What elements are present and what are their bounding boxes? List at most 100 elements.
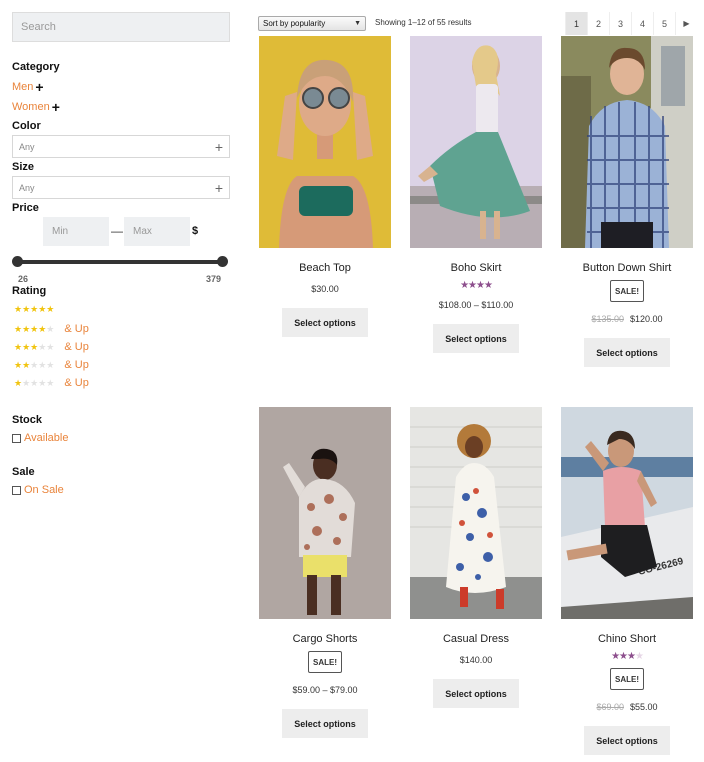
product-price: $140.00 [459,655,493,665]
product-card: Beach Top $30.00 Select options [259,36,391,346]
page-5-button[interactable]: 5 [653,12,675,35]
rating-filter-3[interactable]: ★★★★★ & Up [14,341,89,353]
checkbox-icon[interactable] [12,485,21,495]
page-4-button[interactable]: 4 [631,12,653,35]
product-old-price: $69.00 [596,702,624,712]
plus-icon: + [214,138,223,155]
select-options-button[interactable]: Select options [584,338,670,367]
product-sale-price: $55.00 [630,702,658,712]
plus-icon: + [214,179,223,196]
size-title: Size [12,161,35,173]
sale-badge: SALE! [610,668,644,690]
product-old-price: $135.00 [591,314,624,324]
product-name[interactable]: Casual Dress [410,633,542,645]
rating-filter-2[interactable]: ★★★★★ & Up [14,359,89,371]
product-price: $69.00 $55.00 [561,702,693,712]
sort-select-value: Sort by popularity [263,19,326,28]
product-card: CO-26269 Chino Short ★★★★ SALE! $69.00 $5… [561,407,693,757]
expand-plus-icon[interactable]: + [35,80,43,94]
rating-and-up-label: & Up [64,341,89,353]
product-card: Button Down Shirt SALE! $135.00 $120.00 S… [561,36,693,367]
product-price: $30.00 [311,284,339,294]
woman-sunglasses-photo[interactable] [259,36,391,248]
rating-filter-4[interactable]: ★★★★★ & Up [14,323,89,335]
product-price: $59.00 – $79.00 [292,685,358,695]
currency-symbol: $ [192,225,199,237]
stock-available-label: Available [24,432,69,444]
price-min-input[interactable] [43,217,109,246]
stock-title: Stock [12,414,42,426]
chevron-right-icon[interactable]: ▶ [675,12,697,35]
sort-select[interactable]: Sort by popularity ▼ [258,16,366,31]
chevron-down-icon: ▼ [354,20,361,27]
star-rating-icon: ★★★★★ [14,323,55,334]
price-slider-max-handle[interactable] [217,256,228,267]
color-title: Color [12,120,41,132]
product-name[interactable]: Button Down Shirt [561,262,693,274]
man-boat-photo[interactable]: CO-26269 [561,407,693,619]
on-sale-checkbox[interactable]: On Sale [12,484,64,496]
star-rating-icon: ★★★★★ [14,359,55,370]
star-rating-icon: ★★★★ [611,651,644,662]
woman-yellow-shorts-photo[interactable] [259,407,391,619]
product-sale-price: $120.00 [630,314,663,324]
select-options-button[interactable]: Select options [282,308,368,337]
expand-plus-icon[interactable]: + [52,100,60,114]
category-women-link[interactable]: Women + [12,100,60,114]
woman-green-skirt-photo[interactable] [410,36,542,248]
rating-and-up-label: & Up [64,323,89,335]
result-count: Showing 1–12 of 55 results [375,18,472,27]
sale-badge: SALE! [308,651,342,673]
sale-badge: SALE! [610,280,644,302]
product-card: Casual Dress $140.00 Select options [410,407,542,717]
product-name[interactable]: Cargo Shorts [259,633,391,645]
star-rating-icon: ★★★★★ [14,377,55,388]
product-card: Cargo Shorts SALE! $59.00 – $79.00 Selec… [259,407,391,742]
select-options-button[interactable]: Select options [282,709,368,738]
size-select[interactable]: Any + [12,176,230,199]
product-name[interactable]: Beach Top [259,262,391,274]
rating-filter-1[interactable]: ★★★★★ & Up [14,377,89,389]
category-men-label: Men [12,81,34,93]
price-slider-track[interactable] [18,260,222,264]
rating-and-up-label: & Up [64,377,89,389]
price-slider-range [18,260,222,264]
rating-title: Rating [12,285,47,297]
page-2-button[interactable]: 2 [587,12,609,35]
man-plaid-shirt-photo[interactable] [561,36,693,248]
woman-floral-dress-photo[interactable] [410,407,542,619]
checkbox-icon[interactable] [12,433,21,443]
product-name[interactable]: Boho Skirt [410,262,542,274]
color-select-value: Any [19,141,35,152]
filter-sidebar: Category Men + Women + Color Any + Size … [12,12,230,496]
page-3-button[interactable]: 3 [609,12,631,35]
price-max-input[interactable] [124,217,190,246]
product-price: $135.00 $120.00 [561,314,693,324]
price-range-max-label: 379 [206,274,222,284]
category-women-label: Women [12,101,50,113]
select-options-button[interactable]: Select options [584,726,670,755]
rating-and-up-label: & Up [64,359,89,371]
page-1-button[interactable]: 1 [565,12,587,35]
select-options-button[interactable]: Select options [433,324,519,353]
sale-title: Sale [12,466,35,478]
product-card: Boho Skirt ★★★★ $108.00 – $110.00 Select… [410,36,542,356]
color-select[interactable]: Any + [12,135,230,158]
category-title: Category [12,61,60,73]
price-range-min-label: 26 [18,274,29,284]
select-options-button[interactable]: Select options [433,679,519,708]
category-men-link[interactable]: Men + [12,80,44,94]
price-range-dash: — [111,224,123,238]
rating-filter-5[interactable]: ★★★★★ [14,305,54,314]
stock-available-checkbox[interactable]: Available [12,432,68,444]
search-input[interactable] [12,12,230,42]
on-sale-label: On Sale [24,484,64,496]
price-slider-min-handle[interactable] [12,256,23,267]
product-price: $108.00 – $110.00 [438,300,514,310]
star-rating-icon: ★★★★ [460,280,493,291]
star-rating-icon: ★★★★★ [14,304,55,314]
size-select-value: Any [19,182,35,193]
price-title: Price [12,202,39,214]
product-name[interactable]: Chino Short [561,633,693,645]
star-rating-icon: ★★★★★ [14,341,55,352]
